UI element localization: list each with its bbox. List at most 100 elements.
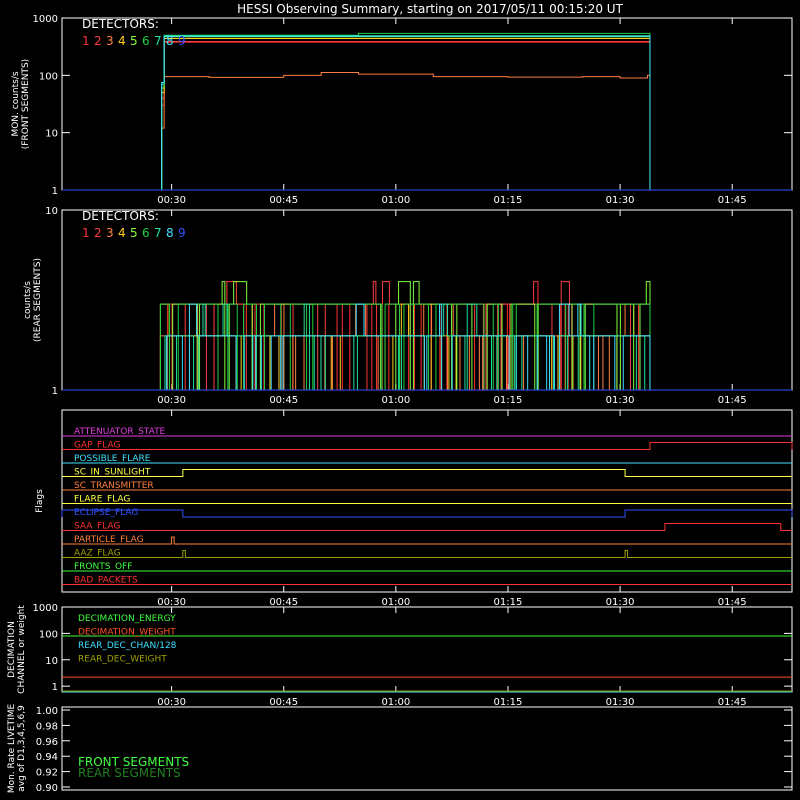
flag-label: PARTICLE_FLAG: [74, 535, 144, 545]
flag-line: [62, 469, 792, 477]
rear-ytick-label: 10: [45, 206, 58, 217]
flag-label: SC_TRANSMITTER: [74, 481, 154, 491]
rear-xtick-label: 00:30: [157, 395, 186, 406]
mon-front-ytick-label: 10: [45, 129, 58, 140]
mon-front-xtick-label: 01:30: [606, 195, 635, 206]
rear-legend-title: DETECTORS:: [82, 209, 159, 223]
rear-legend-entry: 2: [94, 226, 102, 240]
decimation-ylabel: CHANNEL or weight: [17, 605, 27, 694]
mon-front-series-line: [62, 40, 792, 191]
mon-front-series-line: [62, 35, 792, 191]
mon-front-series-line: [62, 37, 792, 191]
flags-panel: [61, 409, 793, 593]
mon-front-legend-entry: 7: [154, 34, 162, 48]
flag-label: POSSIBLE_FLARE: [74, 454, 151, 464]
mon-front-ytick-label: 1: [52, 186, 58, 197]
flag-label: FLARE_FLAG: [74, 495, 130, 505]
decimation-xtick-label: 00:45: [269, 697, 298, 708]
rear-ylabel: counts/s: [23, 281, 33, 319]
flag-label: BAD_PACKETS: [74, 576, 138, 586]
flags-xtick-label: 01:00: [381, 597, 410, 608]
rear-xtick-label: 01:00: [381, 395, 410, 406]
rear-legend-entry: 3: [106, 226, 114, 240]
decimation-ytick-label: 1: [52, 682, 58, 693]
mon-front-ytick-label: 1000: [33, 14, 58, 25]
livetime-ylabel: avg of D1,3,4,5,6,9: [17, 705, 27, 792]
rear-legend-entry: 6: [142, 226, 150, 240]
flag-label: AAZ_FLAG: [74, 549, 121, 559]
flags-xtick-label: 01:30: [606, 597, 635, 608]
livetime-ytick-label: 0.92: [36, 768, 58, 779]
mon-front-legend-entry: 2: [94, 34, 102, 48]
rear-ylabel: (REAR SEGMENTS): [33, 258, 43, 342]
livetime-ytick-label: 0.98: [36, 721, 58, 732]
decimation-xtick-label: 00:30: [157, 697, 186, 708]
mon-front-series-line: [62, 35, 792, 191]
flag-line: [62, 442, 793, 450]
rear-legend-entry: 7: [154, 226, 162, 240]
rear-legend-entry: 8: [166, 226, 174, 240]
decimation-xtick-label: 01:00: [381, 697, 410, 708]
mon-front-series-line: [62, 41, 792, 191]
rear-legend-entry: 4: [118, 226, 126, 240]
mon-front-series-line: [62, 36, 792, 191]
flag-line: [62, 550, 792, 558]
decimation-ytick-label: 1000: [33, 603, 58, 614]
livetime-ytick-label: 0.96: [36, 737, 58, 748]
flag-line: [61, 509, 793, 518]
flag-label: ATTENUATOR_STATE: [74, 427, 166, 437]
mon-front-xtick-label: 00:30: [157, 195, 186, 206]
observing-summary-figure: HESSI Observing Summary, starting on 201…: [7, 2, 793, 794]
decimation-ylabel: DECIMATION: [7, 621, 17, 678]
flag-label: SAA_FLAG: [74, 522, 120, 532]
decimation-xtick-label: 01:15: [494, 697, 523, 708]
figure-title: HESSI Observing Summary, starting on 201…: [237, 2, 623, 16]
mon-front-xtick-label: 00:45: [269, 195, 298, 206]
mon-front-legend-entry: 4: [118, 34, 126, 48]
decimation-legend-entry: DECIMATION_ENERGY: [78, 614, 176, 624]
mon-front-xtick-label: 01:15: [494, 195, 523, 206]
decimation-ytick-label: 10: [45, 656, 58, 667]
mon-front-legend-entry: 8: [166, 34, 174, 48]
flags-xtick-label: 00:30: [157, 597, 186, 608]
mon-front-series-line: [62, 32, 792, 191]
flags-ylabel: Flags: [35, 489, 45, 513]
rear-legend-entry: 5: [130, 226, 138, 240]
rear-xtick-label: 01:30: [606, 395, 635, 406]
livetime-legend-entry: REAR SEGMENTS: [78, 766, 181, 780]
flag-line: [62, 523, 792, 531]
flag-label: FRONTS_OFF: [74, 562, 132, 572]
flags-xtick-label: 01:15: [494, 597, 523, 608]
mon-front-xtick-label: 01:00: [381, 195, 410, 206]
mon-front-ylabel: (FRONT SEGMENTS): [21, 59, 31, 149]
decimation-legend-entry: REAR_DEC_WEIGHT: [78, 655, 167, 665]
mon-front-legend-entry: 6: [142, 34, 150, 48]
livetime-ytick-label: 1.00: [36, 706, 58, 717]
mon-front-legend-entry: 9: [178, 34, 186, 48]
mon-front-legend-title: DETECTORS:: [82, 17, 159, 31]
mon-front-ylabel: MON. counts/s: [11, 71, 21, 136]
decimation-legend-entry: REAR_DEC_CHAN/128: [78, 641, 177, 651]
rear-xtick-label: 00:45: [269, 395, 298, 406]
decimation-xtick-label: 01:30: [606, 697, 635, 708]
decimation-ytick-label: 100: [39, 629, 58, 640]
livetime-ytick-label: 0.90: [36, 783, 58, 794]
mon-front-xtick-label: 01:45: [718, 195, 747, 206]
decimation-legend-entry: DECIMATION_WEIGHT: [78, 628, 176, 638]
mon-front-legend-entry: 5: [130, 34, 138, 48]
rear-xtick-label: 01:45: [718, 395, 747, 406]
flags-xtick-label: 00:45: [269, 597, 298, 608]
mon-front-ytick-label: 100: [39, 71, 58, 82]
rear-ytick-label: 1: [52, 386, 58, 397]
flag-line: [62, 536, 792, 545]
rear-xtick-label: 01:15: [494, 395, 523, 406]
mon-front-series-line: [62, 72, 792, 191]
flag-label: SC_IN_SUNLIGHT: [74, 468, 151, 478]
mon-front-legend-entry: 3: [106, 34, 114, 48]
flags-xtick-label: 01:45: [718, 597, 747, 608]
flag-label: GAP_FLAG: [74, 441, 120, 451]
rear-legend-entry: 1: [82, 226, 90, 240]
decimation-xtick-label: 01:45: [718, 697, 747, 708]
livetime-ytick-label: 0.94: [36, 752, 58, 763]
mon-front-legend-entry: 1: [82, 34, 90, 48]
